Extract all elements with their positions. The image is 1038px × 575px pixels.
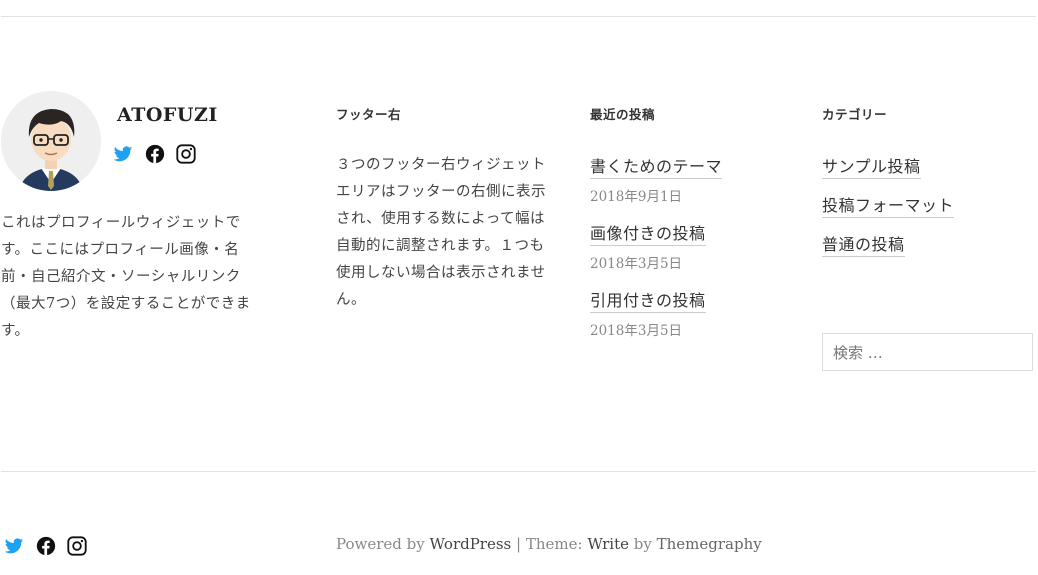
recent-post-item: 書くためのテーマ 2018年9月1日: [590, 153, 723, 205]
credit-separator: |: [516, 535, 522, 553]
profile-social-links: [113, 143, 197, 165]
instagram-icon[interactable]: [175, 143, 197, 165]
profile-name: ATOFUZI: [117, 104, 218, 126]
recent-post-date: 2018年3月5日: [590, 323, 683, 339]
recent-posts-title: 最近の投稿: [590, 107, 656, 122]
author-link[interactable]: Themegraphy: [657, 535, 762, 553]
category-link-normal[interactable]: 普通の投稿: [822, 231, 905, 257]
search-input[interactable]: 検索 …: [822, 333, 1033, 371]
twitter-icon[interactable]: [4, 535, 26, 557]
recent-post-date: 2018年3月5日: [590, 256, 683, 272]
footer-divider: [1, 471, 1036, 472]
recent-post-date: 2018年9月1日: [590, 189, 683, 205]
theme-link[interactable]: Write: [587, 535, 629, 553]
top-divider: [1, 16, 1036, 17]
powered-by-text: Powered by: [336, 535, 425, 553]
category-link-format[interactable]: 投稿フォーマット: [822, 192, 955, 218]
footer-right-title: フッター右: [336, 107, 402, 122]
recent-post-link[interactable]: 書くためのテーマ: [590, 153, 723, 179]
footer-right-text: ３つのフッター右ウィジェットエリアはフッターの右側に表示され、使用する数によって…: [336, 157, 546, 308]
site-credit: Powered by WordPress | Theme: Write by T…: [336, 535, 762, 553]
by-text: by: [633, 535, 652, 553]
profile-bio: これはプロフィールウィジェットです。ここにはプロフィール画像・名前・自己紹介文・…: [1, 215, 251, 339]
footer-social-links: [4, 535, 88, 557]
theme-label: Theme:: [525, 535, 583, 553]
instagram-icon[interactable]: [66, 535, 88, 557]
twitter-icon[interactable]: [113, 143, 135, 165]
categories-title: カテゴリー: [822, 107, 888, 122]
category-link-sample[interactable]: サンプル投稿: [822, 153, 921, 179]
recent-post-link[interactable]: 引用付きの投稿: [590, 287, 706, 313]
facebook-icon[interactable]: [144, 143, 166, 165]
facebook-icon[interactable]: [35, 535, 57, 557]
recent-post-item: 画像付きの投稿 2018年3月5日: [590, 220, 706, 272]
avatar: [1, 91, 101, 191]
recent-post-link[interactable]: 画像付きの投稿: [590, 220, 706, 246]
wordpress-link[interactable]: WordPress: [430, 535, 512, 553]
recent-post-item: 引用付きの投稿 2018年3月5日: [590, 287, 706, 339]
